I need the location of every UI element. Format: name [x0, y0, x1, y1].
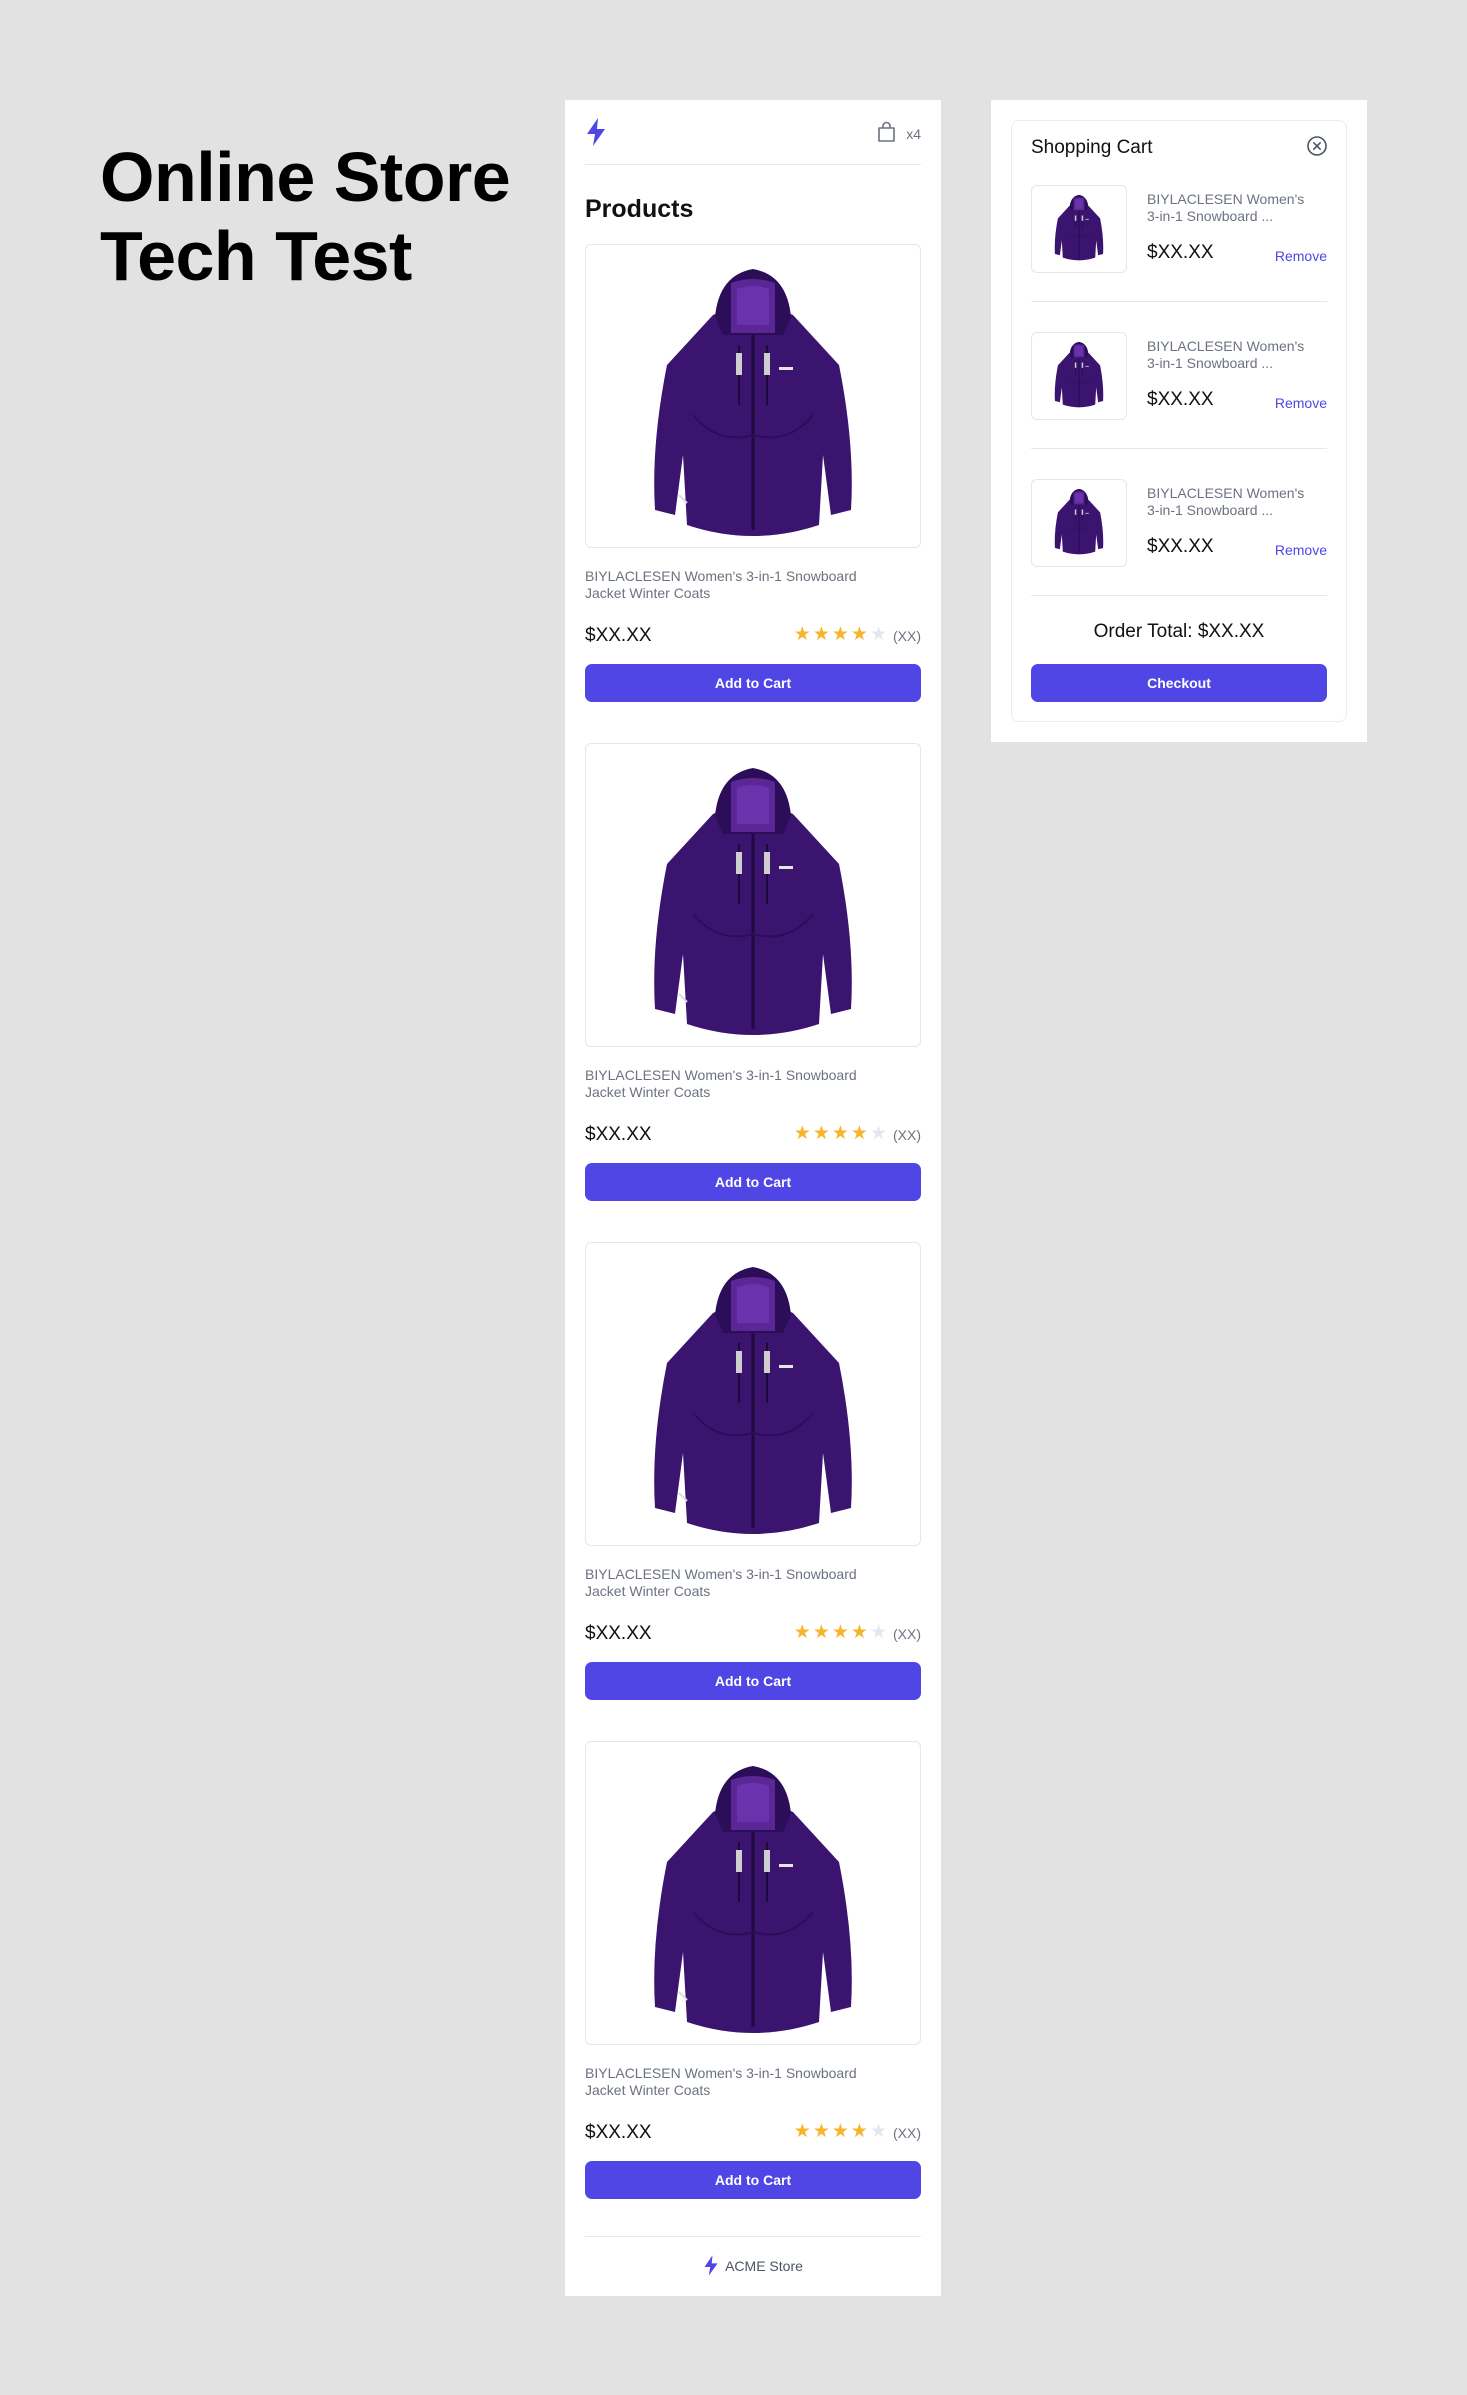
product-image	[1054, 341, 1104, 408]
lightning-bolt-icon	[704, 2255, 718, 2276]
star-filled-icon: ★	[850, 624, 868, 645]
star-filled-icon: ★	[850, 1622, 868, 1643]
remove-button[interactable]: Remove	[1275, 248, 1327, 264]
cart-item-thumbnail	[1031, 332, 1127, 420]
divider	[1031, 301, 1327, 302]
product-name[interactable]: BIYLACLESEN Women's 3-in-1 Snowboard Jac…	[585, 2065, 885, 2099]
star-empty-icon: ★	[869, 1622, 887, 1643]
add-to-cart-button[interactable]: Add to Cart	[585, 664, 921, 702]
star-filled-icon: ★	[831, 2121, 849, 2142]
product-name[interactable]: BIYLACLESEN Women's 3-in-1 Snowboard Jac…	[585, 1067, 885, 1101]
cart-count-badge[interactable]: x4	[906, 126, 921, 142]
checkout-button[interactable]: Checkout	[1031, 664, 1327, 702]
product-price: $XX.XX	[585, 1623, 652, 1644]
star-filled-icon: ★	[850, 2121, 868, 2142]
product-price: $XX.XX	[585, 2122, 652, 2143]
hero-line-2: Tech Test	[100, 217, 412, 295]
divider	[1031, 595, 1327, 596]
cart-item-price: $XX.XX	[1147, 389, 1214, 410]
product-image-frame[interactable]	[585, 1242, 921, 1546]
star-filled-icon: ★	[850, 1123, 868, 1144]
star-filled-icon: ★	[793, 624, 811, 645]
product-price: $XX.XX	[585, 625, 652, 646]
product-card: BIYLACLESEN Women's 3-in-1 Snowboard Jac…	[585, 244, 921, 704]
cart-item-name: BIYLACLESEN Women's 3-in-1 Snowboard ...	[1147, 191, 1305, 224]
product-image	[654, 1267, 852, 1534]
cart-item-thumbnail	[1031, 479, 1127, 567]
product-card: BIYLACLESEN Women's 3-in-1 Snowboard Jac…	[585, 1242, 921, 1702]
products-panel: x4 Products BIYLACLESEN Women's 3-in-1 S…	[565, 100, 941, 2296]
product-image-frame[interactable]	[585, 244, 921, 548]
footer: ACME Store	[585, 2236, 921, 2297]
remove-button[interactable]: Remove	[1275, 542, 1327, 558]
cart-title: Shopping Cart	[1031, 137, 1153, 158]
add-to-cart-button[interactable]: Add to Cart	[585, 1662, 921, 1700]
star-filled-icon: ★	[812, 1622, 830, 1643]
product-name[interactable]: BIYLACLESEN Women's 3-in-1 Snowboard Jac…	[585, 1566, 885, 1600]
divider	[1031, 448, 1327, 449]
cart-panel: Shopping Cart BIYLACLESEN Women's 3-in-1…	[991, 100, 1367, 742]
order-total: Order Total: $XX.XX	[1093, 621, 1265, 642]
product-card: BIYLACLESEN Women's 3-in-1 Snowboard Jac…	[585, 1741, 921, 2201]
cart-item-name: BIYLACLESEN Women's 3-in-1 Snowboard ...	[1147, 485, 1305, 518]
shopping-bag-icon[interactable]	[877, 121, 896, 143]
product-image-frame[interactable]	[585, 1741, 921, 2045]
product-image	[654, 768, 852, 1035]
close-circle-icon[interactable]	[1306, 135, 1328, 157]
cart-item: BIYLACLESEN Women's 3-in-1 Snowboard ...…	[1031, 332, 1327, 479]
product-image	[1054, 488, 1104, 555]
star-rating: ★ ★ ★ ★ ★	[793, 2121, 887, 2142]
product-card: BIYLACLESEN Women's 3-in-1 Snowboard Jac…	[585, 743, 921, 1203]
shopping-cart: Shopping Cart BIYLACLESEN Women's 3-in-1…	[1011, 120, 1347, 722]
star-empty-icon: ★	[869, 1123, 887, 1144]
star-rating: ★ ★ ★ ★ ★	[793, 1622, 887, 1643]
footer-store-name: ACME Store	[725, 2257, 803, 2274]
hero-line-1: Online Store	[100, 138, 511, 216]
star-filled-icon: ★	[793, 1123, 811, 1144]
review-count: (XX)	[893, 1127, 921, 1143]
star-filled-icon: ★	[812, 624, 830, 645]
star-filled-icon: ★	[812, 1123, 830, 1144]
cart-item-name: BIYLACLESEN Women's 3-in-1 Snowboard ...	[1147, 338, 1305, 371]
star-filled-icon: ★	[793, 1622, 811, 1643]
product-name[interactable]: BIYLACLESEN Women's 3-in-1 Snowboard Jac…	[585, 568, 885, 602]
cart-item: BIYLACLESEN Women's 3-in-1 Snowboard ...…	[1031, 185, 1327, 332]
star-rating: ★ ★ ★ ★ ★	[793, 624, 887, 645]
product-price: $XX.XX	[585, 1124, 652, 1145]
cart-item: BIYLACLESEN Women's 3-in-1 Snowboard ...…	[1031, 479, 1327, 626]
star-filled-icon: ★	[831, 1622, 849, 1643]
product-image-frame[interactable]	[585, 743, 921, 1047]
products-title: Products	[585, 195, 694, 223]
hero-heading: Online Store Tech Test	[100, 138, 511, 296]
star-empty-icon: ★	[869, 2121, 887, 2142]
remove-button[interactable]: Remove	[1275, 395, 1327, 411]
cart-item-price: $XX.XX	[1147, 536, 1214, 557]
star-empty-icon: ★	[869, 624, 887, 645]
lightning-bolt-icon[interactable]	[585, 118, 607, 146]
product-image	[654, 1766, 852, 2033]
add-to-cart-button[interactable]: Add to Cart	[585, 1163, 921, 1201]
review-count: (XX)	[893, 628, 921, 644]
star-filled-icon: ★	[831, 1123, 849, 1144]
top-bar: x4	[585, 100, 921, 165]
product-image	[654, 269, 852, 536]
star-filled-icon: ★	[793, 2121, 811, 2142]
star-rating: ★ ★ ★ ★ ★	[793, 1123, 887, 1144]
cart-item-thumbnail	[1031, 185, 1127, 273]
product-image	[1054, 194, 1104, 261]
review-count: (XX)	[893, 1626, 921, 1642]
cart-item-price: $XX.XX	[1147, 242, 1214, 263]
review-count: (XX)	[893, 2125, 921, 2141]
star-filled-icon: ★	[831, 624, 849, 645]
add-to-cart-button[interactable]: Add to Cart	[585, 2161, 921, 2199]
star-filled-icon: ★	[812, 2121, 830, 2142]
